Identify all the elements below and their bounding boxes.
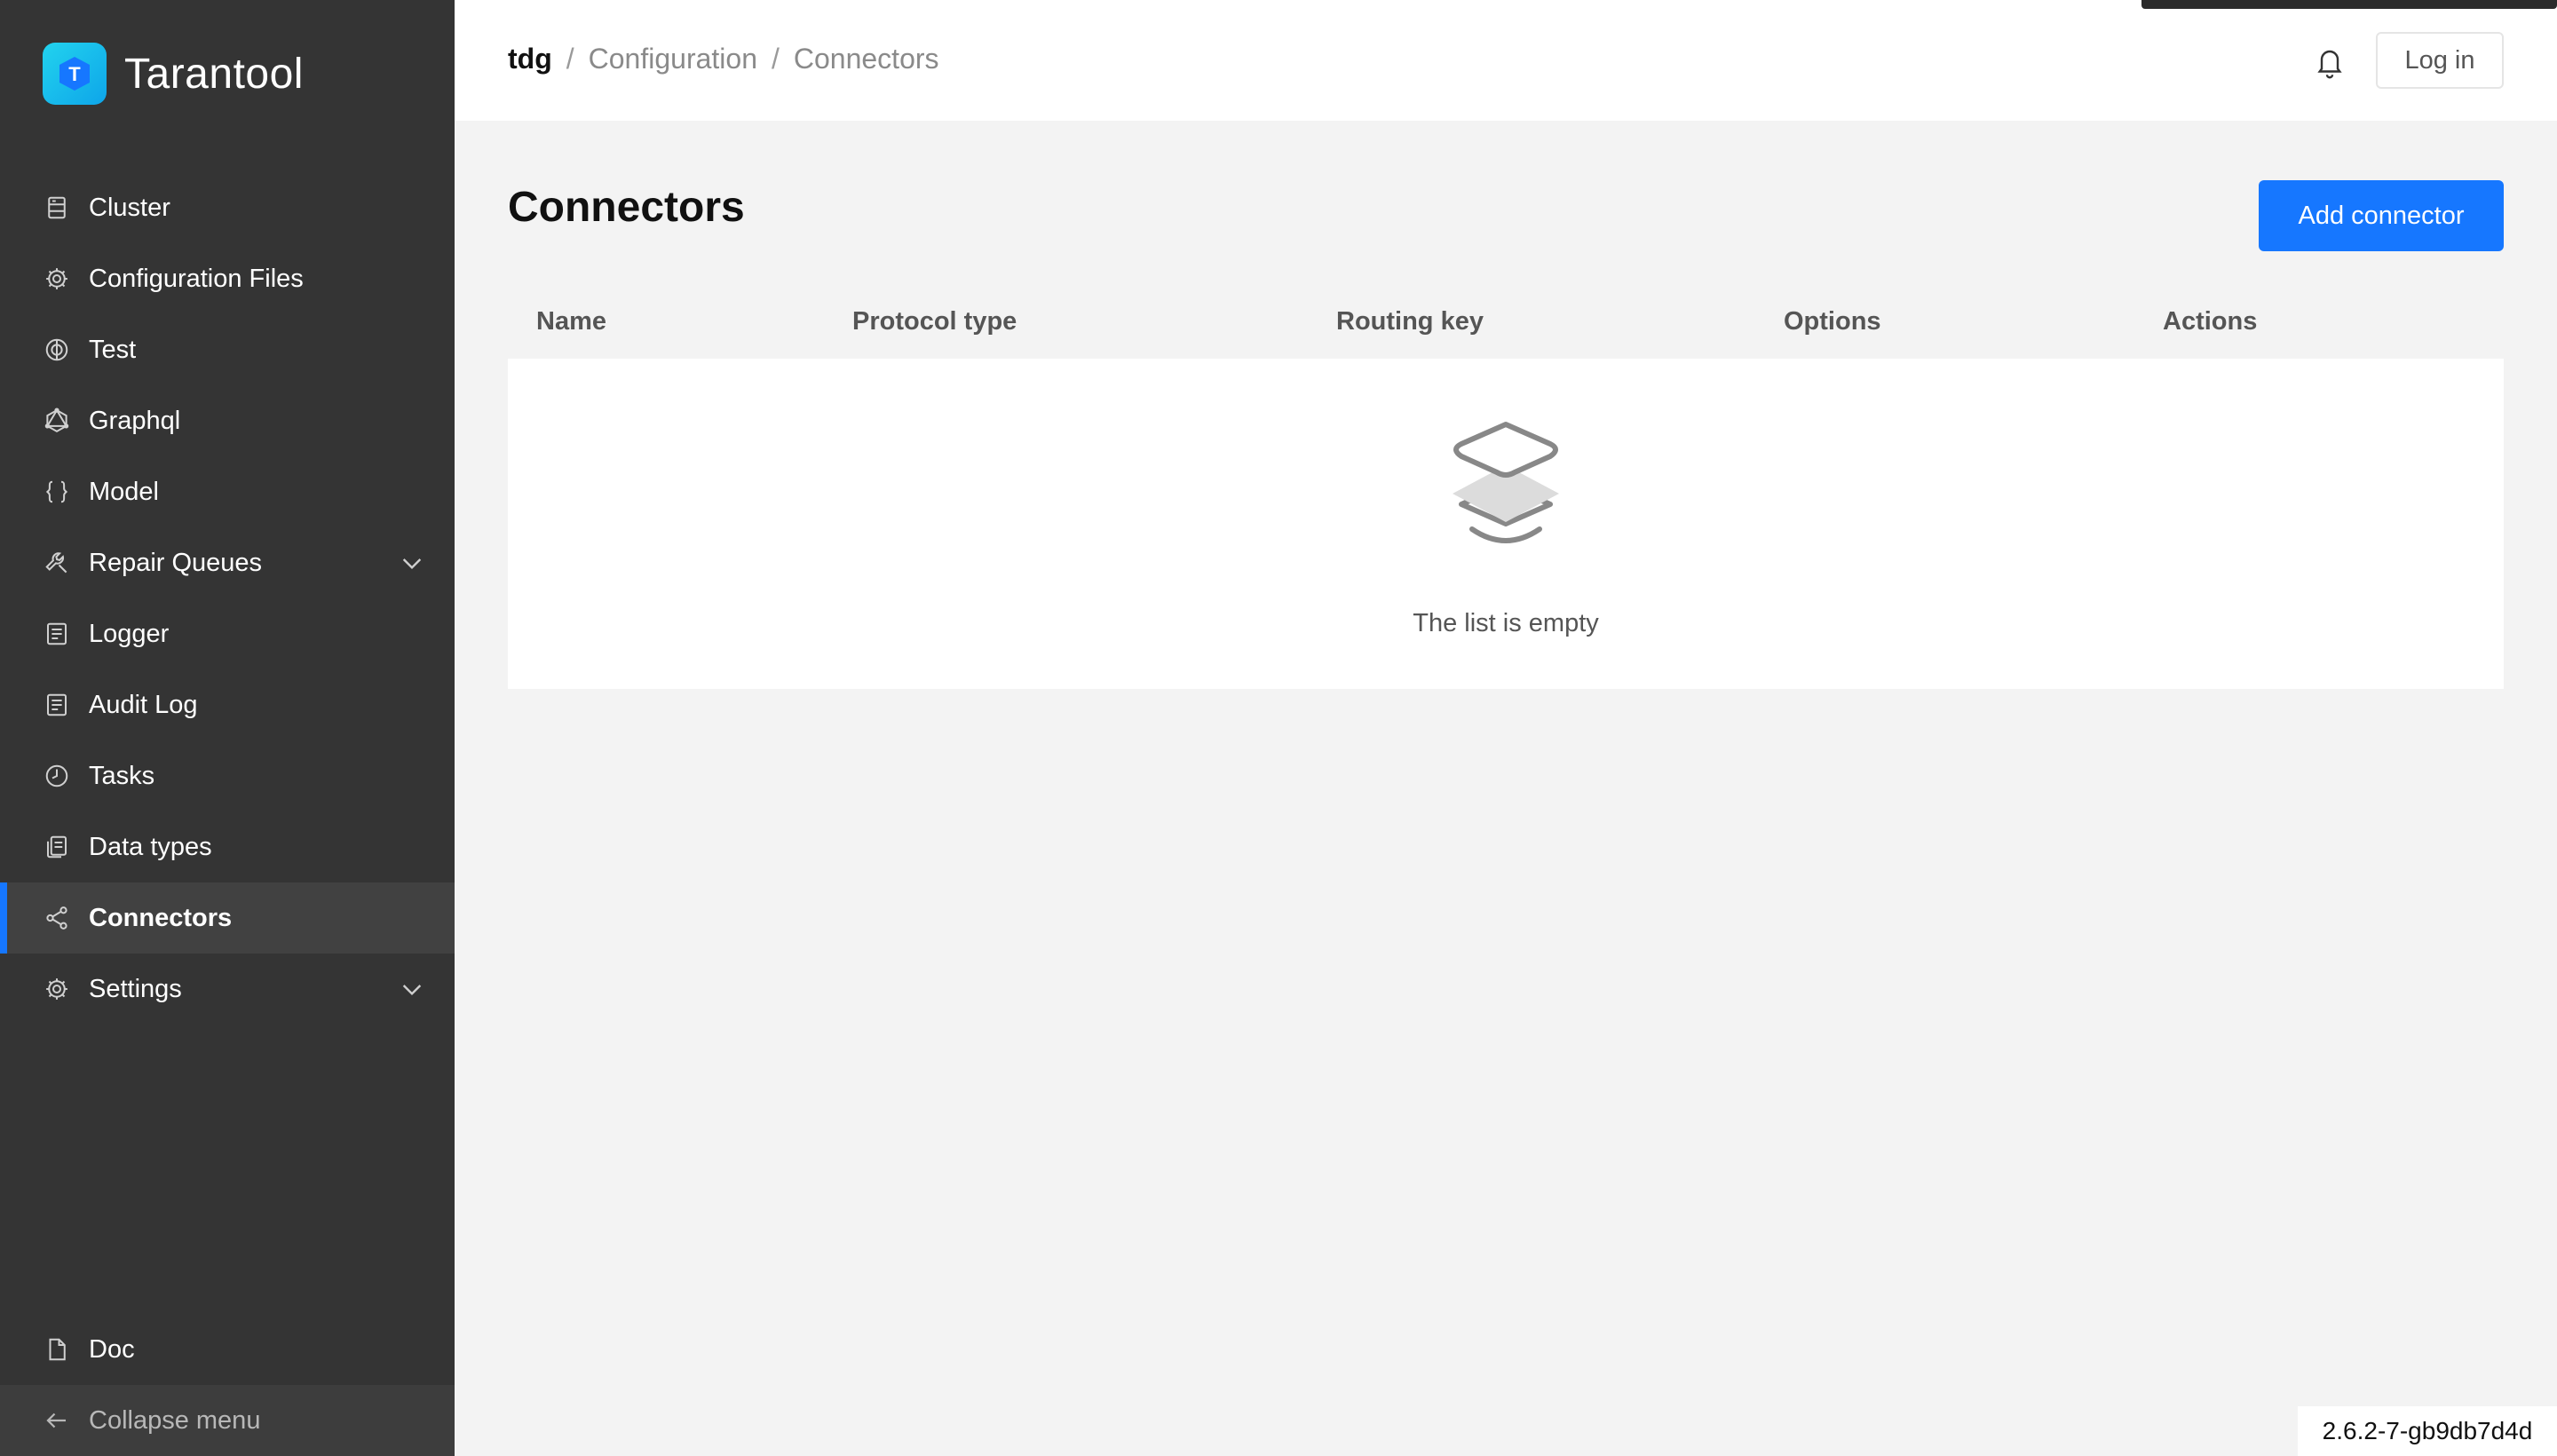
breadcrumb-root[interactable]: tdg <box>508 43 552 75</box>
sidebar-item-label: Repair Queues <box>89 548 263 577</box>
top-bar: tdg / Configuration / Connectors Log in <box>455 0 2557 121</box>
sidebar-item-label: Logger <box>89 619 170 648</box>
sidebar-bottom: Doc Collapse menu <box>0 1314 455 1456</box>
bell-icon[interactable] <box>2314 44 2346 80</box>
breadcrumb: tdg / Configuration / Connectors <box>508 43 939 75</box>
target-icon <box>43 336 71 364</box>
table-header: Name Protocol type Routing key Options A… <box>508 291 2504 359</box>
sidebar-item-logger[interactable]: Logger <box>0 598 455 669</box>
sidebar-item-audit-log[interactable]: Audit Log <box>0 669 455 740</box>
sidebar-item-data-types[interactable]: Data types <box>0 811 455 882</box>
sidebar-item-settings[interactable]: Settings <box>0 954 455 1025</box>
chevron-down-icon[interactable] <box>398 549 426 577</box>
sidebar-item-repair-queues[interactable]: Repair Queues <box>0 527 455 598</box>
sidebar-item-label: Model <box>89 477 159 506</box>
sidebar-item-label: Collapse menu <box>89 1405 261 1435</box>
wrench-icon <box>43 549 71 577</box>
sidebar-item-label: Settings <box>89 974 182 1003</box>
sidebar-item-tasks[interactable]: Tasks <box>0 740 455 811</box>
page-title: Connectors <box>508 184 745 231</box>
sidebar-item-label: Audit Log <box>89 690 198 719</box>
sidebar-item-label: Data types <box>89 832 212 861</box>
file-icon <box>43 1335 71 1364</box>
sidebar-item-label: Doc <box>89 1334 135 1364</box>
add-connector-button[interactable]: Add connector <box>2259 180 2504 251</box>
breadcrumb-separator: / <box>566 43 574 75</box>
sidebar: T Tarantool Cluster Configuration Files … <box>0 0 455 1456</box>
sidebar-item-graphql[interactable]: Graphql <box>0 385 455 456</box>
empty-list-icon <box>1453 422 1559 543</box>
sidebar-item-configuration-files[interactable]: Configuration Files <box>0 243 455 314</box>
share-icon <box>43 904 71 932</box>
sidebar-item-label: Connectors <box>89 903 233 932</box>
chevron-down-icon[interactable] <box>398 975 426 1003</box>
version-label: 2.6.2-7-gb9db7d4d <box>2298 1406 2557 1456</box>
column-header-protocol-type: Protocol type <box>852 307 1017 336</box>
document-icon <box>43 620 71 648</box>
tarantool-logo-icon: T <box>43 43 107 105</box>
graphql-icon <box>43 407 71 435</box>
breadcrumb-separator: / <box>771 43 780 75</box>
server-icon <box>43 194 71 222</box>
sidebar-item-label: Cluster <box>89 193 170 222</box>
sidebar-item-cluster[interactable]: Cluster <box>0 172 455 243</box>
breadcrumb-item-configuration[interactable]: Configuration <box>589 43 757 75</box>
sidebar-item-label: Test <box>89 335 137 364</box>
gear-icon <box>43 975 71 1003</box>
clock-icon <box>43 762 71 790</box>
sidebar-item-connectors[interactable]: Connectors <box>0 882 455 954</box>
files-icon <box>43 833 71 861</box>
document-icon <box>43 691 71 719</box>
table-body: The list is empty <box>508 359 2504 689</box>
collapse-menu-button[interactable]: Collapse menu <box>0 1385 455 1456</box>
column-header-name: Name <box>536 307 606 336</box>
app-logo[interactable]: T Tarantool <box>43 43 304 105</box>
column-header-routing-key: Routing key <box>1336 307 1484 336</box>
tooltip-edge <box>2141 0 2557 9</box>
breadcrumb-item-connectors: Connectors <box>793 43 939 75</box>
app-name: Tarantool <box>124 50 304 98</box>
sidebar-nav: Cluster Configuration Files Test Graphql… <box>0 172 455 1025</box>
login-button[interactable]: Log in <box>2376 32 2504 89</box>
sidebar-item-test[interactable]: Test <box>0 314 455 385</box>
column-header-actions: Actions <box>2163 307 2258 336</box>
arrow-left-icon <box>43 1406 71 1435</box>
braces-icon <box>43 478 71 506</box>
gear-icon <box>43 265 71 293</box>
svg-text:T: T <box>68 63 81 85</box>
sidebar-item-model[interactable]: Model <box>0 456 455 527</box>
empty-list-text: The list is empty <box>1413 609 1599 637</box>
sidebar-item-doc[interactable]: Doc <box>0 1314 455 1385</box>
sidebar-item-label: Tasks <box>89 761 155 790</box>
sidebar-item-label: Graphql <box>89 406 181 435</box>
sidebar-item-label: Configuration Files <box>89 264 304 293</box>
column-header-options: Options <box>1784 307 1881 336</box>
